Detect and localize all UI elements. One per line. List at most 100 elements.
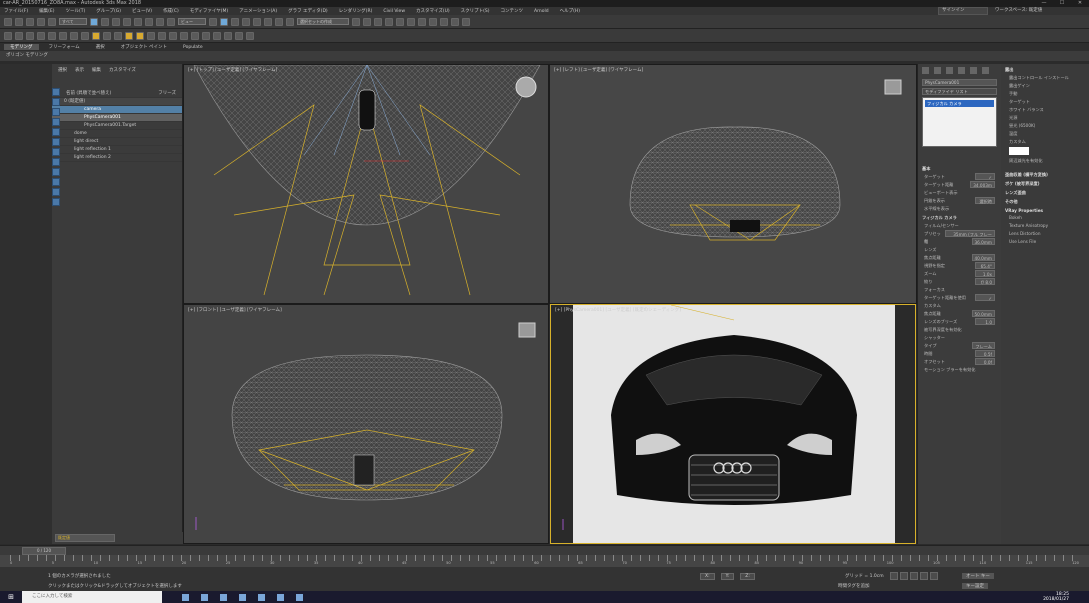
- tab-populate[interactable]: Populate: [177, 45, 209, 50]
- goto-end-icon[interactable]: [930, 572, 938, 580]
- utilities-tab-icon[interactable]: [982, 67, 989, 74]
- rotate-icon[interactable]: [145, 17, 153, 26]
- close-button[interactable]: ✕: [1071, 0, 1089, 7]
- tool-icon[interactable]: [15, 31, 23, 40]
- filter-shapes-icon[interactable]: [52, 98, 60, 106]
- place-icon[interactable]: [167, 17, 175, 26]
- preset-dropdown[interactable]: 35mm (フル フレーム): [944, 230, 995, 244]
- prop-value[interactable]: 36.0mm: [971, 238, 995, 245]
- layer-row-default[interactable]: 0 (既定値): [52, 98, 182, 106]
- tree-item-physcamera-target[interactable]: PhysCamera001.Target: [52, 122, 182, 130]
- workspace-select[interactable]: ワークスペース: 既定値: [995, 7, 1042, 15]
- select-object-icon[interactable]: [90, 17, 98, 26]
- render-setup-icon[interactable]: [429, 17, 437, 26]
- prop-label[interactable]: 露出コントロール インストール: [1009, 74, 1081, 81]
- viewport-left-label[interactable]: [+] [レフト] [ユーザ定義] [ワイヤフレーム]: [554, 67, 643, 73]
- viewport-top-label[interactable]: [+] [トップ] [ユーザ定義] [ワイヤフレーム]: [188, 67, 277, 73]
- prop-value[interactable]: 選択時: [975, 197, 995, 204]
- prop-label[interactable]: 周辺減光を有効化: [1009, 157, 1081, 164]
- motion-tab-icon[interactable]: [958, 67, 965, 74]
- rect-region-icon[interactable]: [112, 17, 120, 26]
- section-distortion[interactable]: 歪曲収差 (横平方変換): [1005, 172, 1085, 178]
- tool-icon[interactable]: [48, 31, 56, 40]
- filter-frozen-icon[interactable]: [52, 188, 60, 196]
- filter-lights-icon[interactable]: [52, 108, 60, 116]
- percent-snap-icon[interactable]: [264, 17, 272, 26]
- scale-icon[interactable]: [156, 17, 164, 26]
- column-freeze[interactable]: フリーズ: [158, 90, 176, 97]
- explorer-tab-display[interactable]: 表示: [75, 67, 84, 73]
- menu-tools[interactable]: ツール(T): [65, 8, 85, 14]
- layer-row-camera[interactable]: camera: [52, 106, 182, 114]
- tool-icon[interactable]: [158, 31, 166, 40]
- polygon-modeling-label[interactable]: ポリゴン モデリング: [6, 53, 48, 58]
- filter-containers-icon[interactable]: [52, 178, 60, 186]
- layer-row-dome[interactable]: dome: [52, 130, 182, 138]
- filter-cameras-icon[interactable]: [52, 118, 60, 126]
- tool-icon[interactable]: [246, 31, 254, 40]
- z-coord[interactable]: Z:: [740, 573, 755, 580]
- prop-label[interactable]: ターゲット: [1009, 98, 1081, 105]
- angle-snap-icon[interactable]: [253, 17, 261, 26]
- menu-help[interactable]: ヘルプ(H): [560, 8, 580, 14]
- 3dsmax-icon[interactable]: [277, 593, 284, 601]
- section-physical-camera[interactable]: フィジカル カメラ: [922, 215, 997, 221]
- tool-icon[interactable]: [70, 31, 78, 40]
- prop-value[interactable]: ✓: [975, 173, 995, 180]
- section-basic[interactable]: 基本: [922, 166, 997, 172]
- menu-arnold[interactable]: Arnold: [534, 9, 549, 14]
- redo-icon[interactable]: [15, 17, 23, 26]
- section-lens-distortion[interactable]: レンズ歪曲: [1005, 190, 1085, 196]
- select-by-name-icon[interactable]: [101, 17, 109, 26]
- prop-value[interactable]: 34.003m: [970, 181, 995, 188]
- tool-icon[interactable]: [4, 31, 12, 40]
- tool-icon[interactable]: [213, 31, 221, 40]
- tool-icon[interactable]: [169, 31, 177, 40]
- menu-modifiers[interactable]: モディファイヤ(M): [190, 8, 228, 14]
- layer-row-light-direct[interactable]: light direct: [52, 138, 182, 146]
- tool-icon[interactable]: [59, 31, 67, 40]
- prop-value[interactable]: 1.0: [975, 318, 995, 325]
- selection-filter[interactable]: すべて: [59, 18, 87, 25]
- tool-icon[interactable]: [202, 31, 210, 40]
- y-coord[interactable]: Y:: [720, 573, 735, 580]
- prop-value[interactable]: 0.5f: [975, 350, 995, 357]
- tab-modeling[interactable]: モデリング: [4, 44, 39, 50]
- tree-item-physcamera[interactable]: PhysCamera001: [52, 114, 182, 122]
- tool-icon[interactable]: [191, 31, 199, 40]
- prop-label[interactable]: Use Lens File: [1009, 238, 1081, 245]
- tool-icon[interactable]: [26, 31, 34, 40]
- task-view-icon[interactable]: [182, 593, 189, 601]
- filter-hidden-icon[interactable]: [52, 198, 60, 206]
- layer-explorer-icon[interactable]: [374, 17, 382, 26]
- tool-icon[interactable]: [114, 31, 122, 40]
- keyboard-shortcut-icon[interactable]: [231, 17, 239, 26]
- filter-helpers-icon[interactable]: [52, 128, 60, 136]
- play-icon[interactable]: [910, 572, 918, 580]
- layer-row-light-reflection-1[interactable]: light reflection 1: [52, 146, 182, 154]
- explorer-tab-edit[interactable]: 編集: [92, 67, 101, 73]
- minimize-button[interactable]: —: [1035, 0, 1053, 7]
- light-icon[interactable]: [125, 31, 133, 40]
- menu-scripting[interactable]: スクリプト(S): [461, 8, 490, 14]
- menu-group[interactable]: グループ(G): [96, 8, 121, 14]
- material-editor-icon[interactable]: [418, 17, 426, 26]
- layer-row-light-reflection-2[interactable]: light reflection 2: [52, 154, 182, 162]
- tool-icon[interactable]: [180, 31, 188, 40]
- toggle-ribbon-icon[interactable]: [385, 17, 393, 26]
- prop-value[interactable]: f/ 8.0: [975, 278, 995, 285]
- viewport-camera-label[interactable]: [+] [PhysCamera001] [ユーザ定義] [既定のシェーディング]: [555, 307, 681, 313]
- next-frame-icon[interactable]: [920, 572, 928, 580]
- tool-icon[interactable]: [147, 31, 155, 40]
- column-name-sort[interactable]: 名前 (昇順で並べ替え): [66, 90, 111, 97]
- link-icon[interactable]: [26, 17, 34, 26]
- windows-start-icon[interactable]: ⊞: [0, 591, 22, 603]
- menu-file[interactable]: ファイル(F): [4, 8, 28, 14]
- menu-view[interactable]: ビュー(V): [132, 8, 152, 14]
- named-selection-sets[interactable]: 選択セットの作成: [297, 18, 349, 25]
- filter-warps-icon[interactable]: [52, 138, 60, 146]
- signin-button[interactable]: サインイン: [938, 7, 988, 15]
- modifier-list[interactable]: モディファイヤ リスト: [922, 88, 997, 95]
- tab-selection[interactable]: 選択: [90, 44, 111, 50]
- section-exposure[interactable]: 露出: [1005, 67, 1085, 73]
